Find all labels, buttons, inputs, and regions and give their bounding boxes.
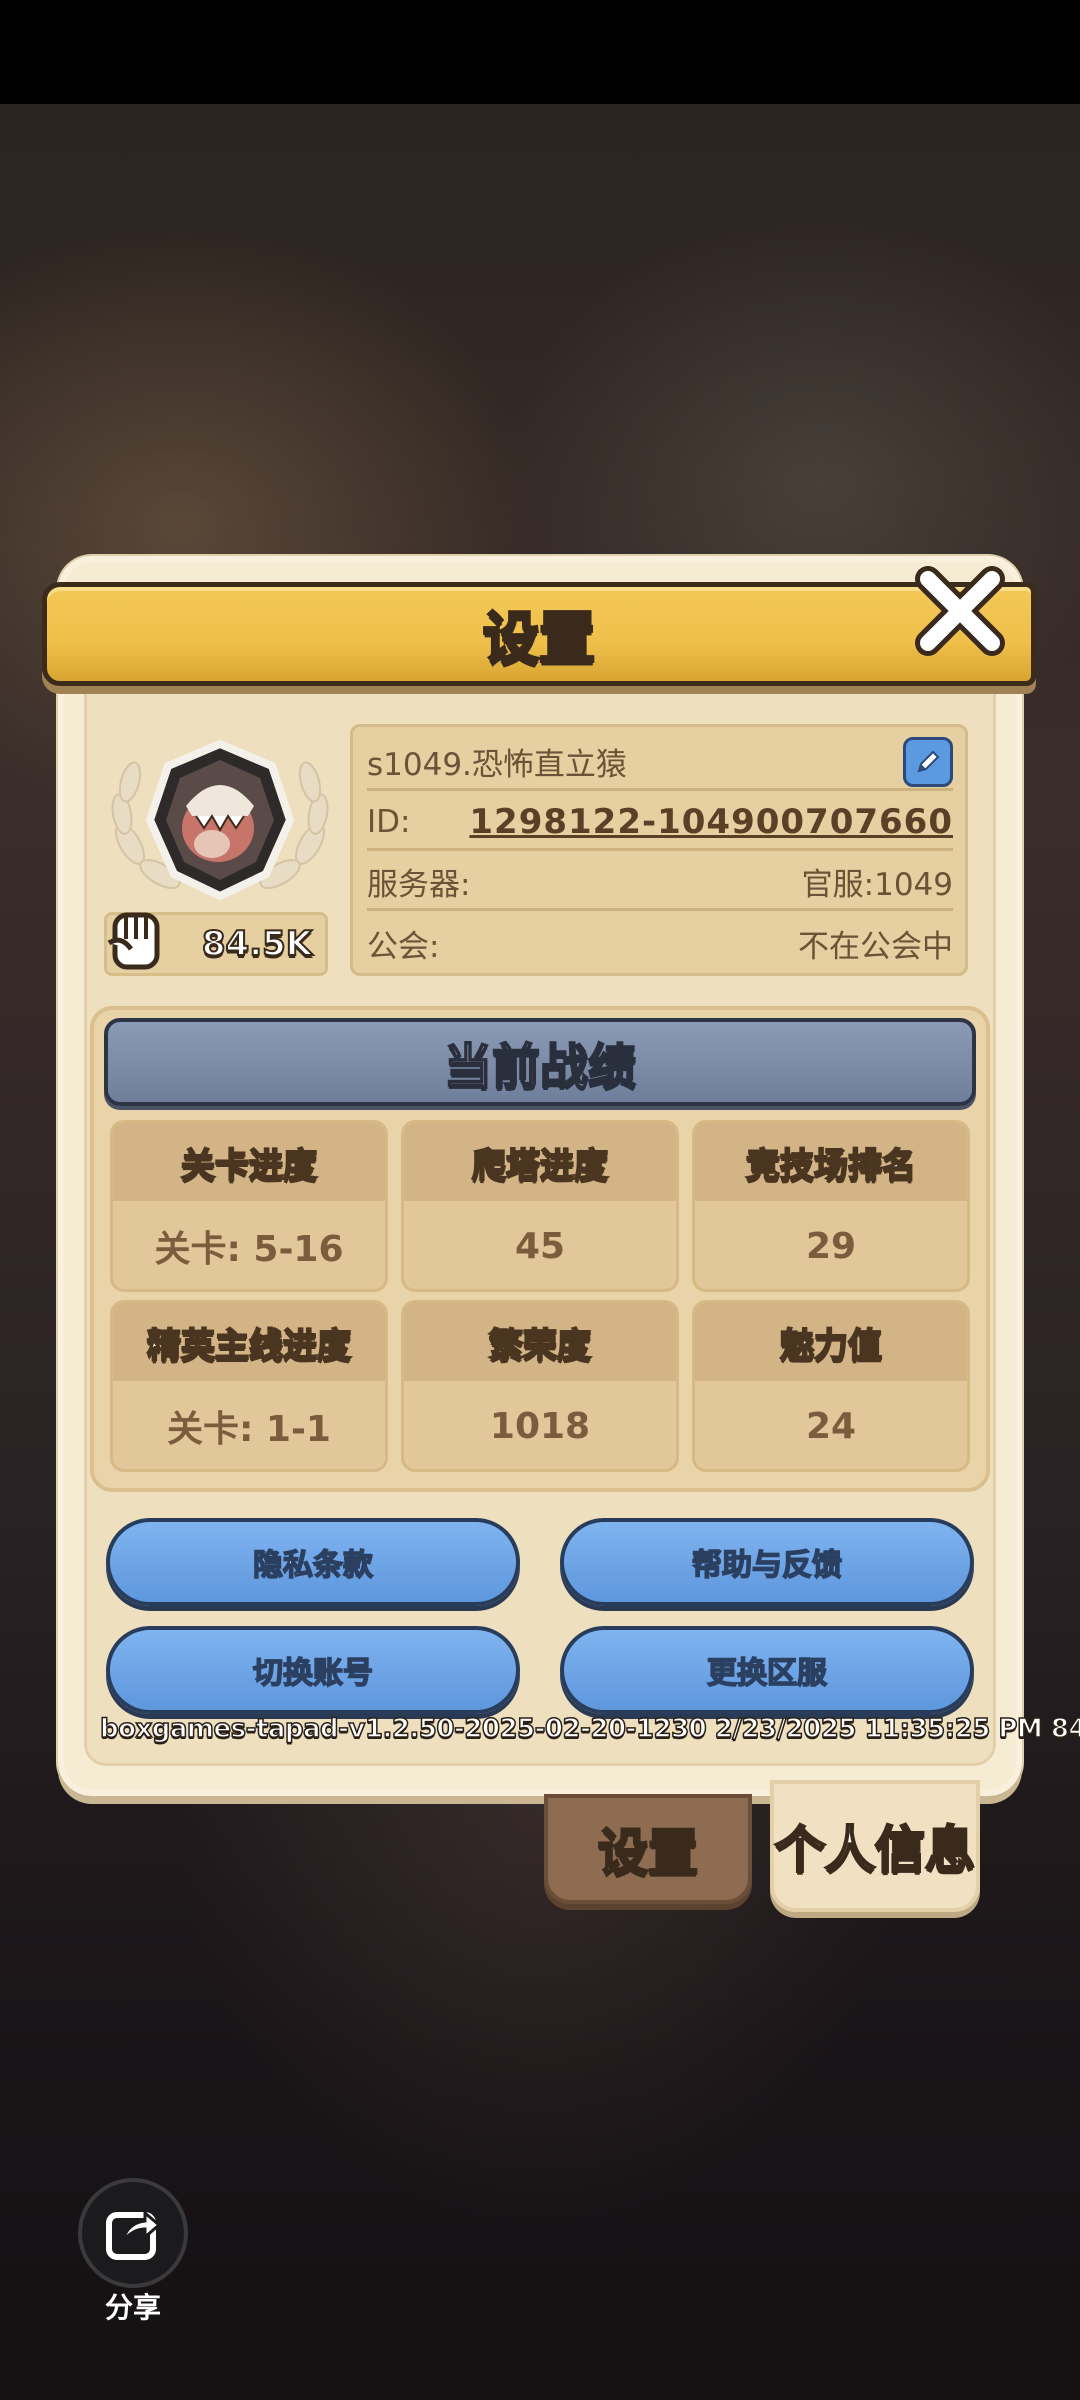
stat-card: 关卡进度 关卡: 5-16 bbox=[110, 1120, 388, 1292]
title-ribbon: 设置 bbox=[42, 582, 1036, 686]
privacy-button-label: 隐私条款 bbox=[252, 1547, 374, 1584]
stat-card: 爬塔进度 45 bbox=[401, 1120, 679, 1292]
change-server-button-label: 更换区服 bbox=[706, 1655, 828, 1692]
guild-value: 不在公会中 bbox=[798, 928, 953, 965]
close-icon bbox=[915, 566, 1005, 656]
change-server-button[interactable]: 更换区服 bbox=[560, 1626, 974, 1714]
server-label: 服务器: bbox=[367, 867, 471, 903]
switch-account-button-label: 切换账号 bbox=[252, 1655, 374, 1692]
stat-card: 精英主线进度 关卡: 1-1 bbox=[110, 1300, 388, 1472]
help-feedback-button-label: 帮助与反馈 bbox=[691, 1547, 843, 1584]
share-label: 分享 bbox=[104, 2291, 161, 2324]
stat-value: 关卡: 5-16 bbox=[154, 1229, 344, 1270]
stat-card: 竞技场排名 29 bbox=[692, 1120, 970, 1292]
tab-profile-label: 个人信息 bbox=[774, 1820, 977, 1881]
stat-value: 1018 bbox=[489, 1405, 591, 1447]
stat-value: 29 bbox=[805, 1225, 857, 1267]
id-value[interactable]: 1298122-104900707660 bbox=[469, 802, 953, 842]
stat-value: 关卡: 1-1 bbox=[167, 1409, 331, 1450]
server-value: 官服:1049 bbox=[801, 867, 953, 903]
server-row: 服务器: 官服:1049 bbox=[367, 855, 953, 911]
laurel-wreath-icon bbox=[111, 739, 329, 901]
stat-label: 爬塔进度 bbox=[404, 1123, 676, 1201]
stat-card: 繁荣度 1018 bbox=[401, 1300, 679, 1472]
tab-settings-label: 设置 bbox=[597, 1823, 700, 1884]
tab-profile[interactable]: 个人信息 bbox=[770, 1780, 980, 1912]
version-info: boxgames-tapad-v1.2.50-2025-02-20-1230 2… bbox=[99, 1713, 1080, 1745]
player-id-row: ID: 1298122-104900707660 bbox=[367, 795, 953, 851]
stats-header: 当前战绩 bbox=[104, 1018, 976, 1106]
stat-label: 精英主线进度 bbox=[113, 1303, 385, 1381]
fist-icon bbox=[107, 912, 160, 970]
id-label: ID: bbox=[367, 803, 411, 840]
stat-label: 竞技场排名 bbox=[695, 1123, 967, 1201]
player-name-row: s1049.恐怖直立猿 bbox=[367, 735, 953, 791]
stat-label: 魅力值 bbox=[695, 1303, 967, 1381]
tab-settings[interactable]: 设置 bbox=[544, 1794, 752, 1904]
edit-name-button[interactable] bbox=[903, 736, 953, 787]
stat-label: 关卡进度 bbox=[113, 1123, 385, 1201]
player-name: s1049.恐怖直立猿 bbox=[367, 747, 627, 783]
player-info-box: s1049.恐怖直立猿 ID: 1298122-104900707660 服务器… bbox=[350, 724, 968, 976]
power-badge: 84.5K bbox=[104, 912, 328, 976]
guild-row: 公会: 不在公会中 bbox=[367, 915, 953, 971]
stat-value: 45 bbox=[514, 1225, 566, 1267]
privacy-button[interactable]: 隐私条款 bbox=[106, 1518, 520, 1606]
close-button[interactable] bbox=[900, 556, 1020, 666]
pencil-icon bbox=[917, 750, 940, 772]
stats-panel: 当前战绩 关卡进度 关卡: 5-16 爬塔进度 45 竞技场排名 29 精英主线… bbox=[90, 1006, 990, 1492]
stats-header-text: 当前战绩 bbox=[443, 1038, 637, 1096]
help-feedback-button[interactable]: 帮助与反馈 bbox=[560, 1518, 974, 1606]
dialog-title: 设置 bbox=[482, 605, 597, 673]
guild-label: 公会: bbox=[367, 928, 440, 965]
share-button[interactable] bbox=[78, 2178, 188, 2288]
avatar[interactable] bbox=[100, 724, 340, 920]
stat-value: 24 bbox=[805, 1405, 857, 1447]
share-icon bbox=[106, 2209, 162, 2260]
power-value: 84.5K bbox=[201, 923, 313, 965]
stat-card: 魅力值 24 bbox=[692, 1300, 970, 1472]
switch-account-button[interactable]: 切换账号 bbox=[106, 1626, 520, 1714]
stat-label: 繁荣度 bbox=[404, 1303, 676, 1381]
